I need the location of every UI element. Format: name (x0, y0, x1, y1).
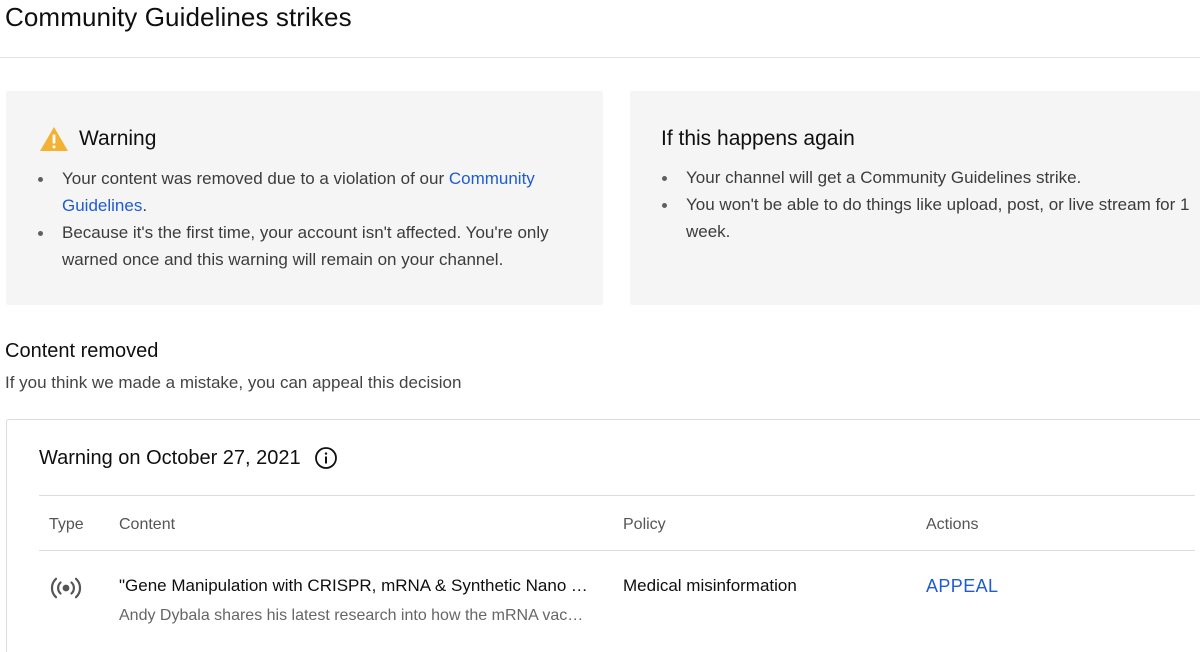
warning-bullet-text: Because it's the first time, your accoun… (62, 223, 549, 269)
happens-again-bullet: You won't be able to do things like uplo… (660, 191, 1200, 245)
table-header-divider (39, 495, 1195, 496)
bullet-dot (662, 176, 667, 181)
happens-again-bullet: Your channel will get a Community Guidel… (660, 164, 1200, 191)
page-title: Community Guidelines strikes (5, 2, 352, 32)
bullet-dot (38, 177, 43, 182)
warning-bullet-first-time: Because it's the first time, your accoun… (36, 219, 581, 273)
content-removed-title: Content removed (5, 340, 159, 362)
content-title[interactable]: "Gene Manipulation with CRISPR, mRNA & S… (119, 575, 597, 597)
warning-card: Warning Your content was removed due to … (6, 91, 603, 305)
warning-bullet-text: Your content was removed due to a violat… (62, 169, 449, 188)
happens-again-bullet-text: You won't be able to do things like uplo… (686, 195, 1190, 241)
happens-again-bullet-list: Your channel will get a Community Guidel… (660, 164, 1200, 245)
content-removed-subtitle: If you think we made a mistake, you can … (5, 373, 462, 392)
bullet-dot (38, 231, 43, 236)
policy-value: Medical misinformation (623, 576, 797, 595)
warning-bullet-list: Your content was removed due to a violat… (36, 165, 581, 273)
column-header-type: Type (49, 516, 84, 533)
happens-again-bullet-text: Your channel will get a Community Guidel… (686, 168, 1082, 187)
strike-panel: Warning on October 27, 2021 Type Content… (6, 419, 1200, 652)
warning-bullet-period: . (142, 196, 148, 215)
column-header-policy: Policy (623, 516, 666, 533)
strikes-page: Community Guidelines strikes Warning You… (0, 0, 1200, 652)
title-divider (0, 57, 1200, 58)
column-header-content: Content (119, 516, 176, 533)
happens-again-card: If this happens again Your channel will … (630, 91, 1200, 305)
strike-panel-heading: Warning on October 27, 2021 (39, 447, 301, 469)
warning-card-heading: Warning (79, 127, 157, 150)
live-broadcast-icon (49, 577, 83, 599)
warning-triangle-icon (39, 126, 69, 152)
warning-card-header: Warning (39, 125, 156, 153)
table-row-divider (39, 550, 1195, 551)
content-description: Andy Dybala shares his latest research i… (119, 607, 584, 624)
warning-bullet-removed: Your content was removed due to a violat… (36, 165, 581, 219)
appeal-button[interactable]: APPEAL (926, 574, 998, 598)
strike-panel-header: Warning on October 27, 2021 (39, 444, 338, 472)
happens-again-heading: If this happens again (661, 127, 855, 150)
info-icon[interactable] (314, 446, 338, 470)
bullet-dot (662, 203, 667, 208)
column-header-actions: Actions (926, 516, 979, 533)
